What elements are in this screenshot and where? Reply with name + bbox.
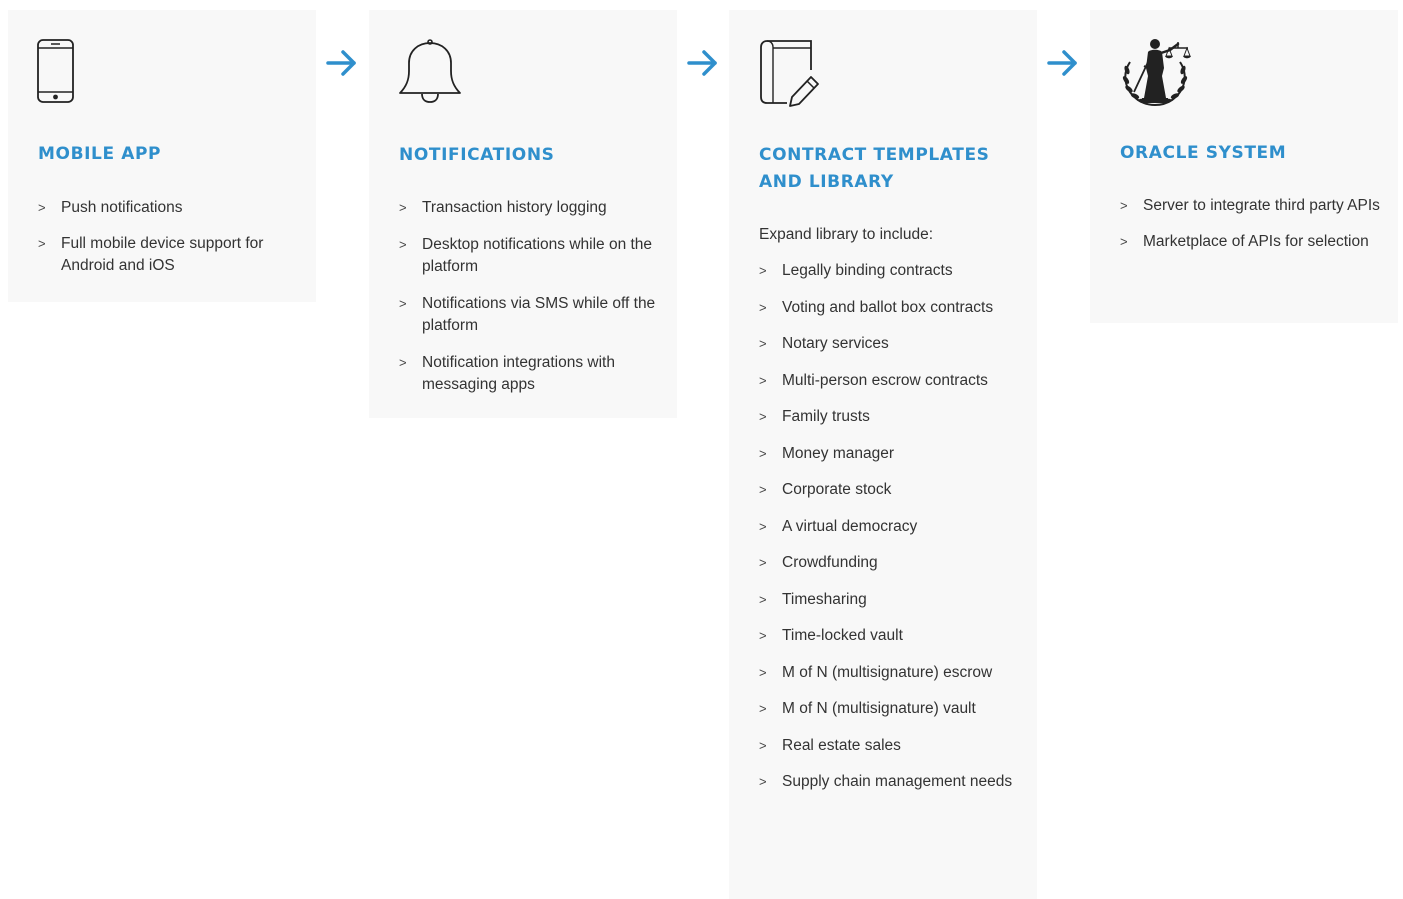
chevron-right-icon: > <box>759 372 767 388</box>
chevron-right-icon: > <box>759 299 767 315</box>
chevron-right-icon: > <box>38 236 46 251</box>
list-item: > M of N (multisignature) escrow <box>759 662 1027 684</box>
chevron-right-icon: > <box>399 200 407 215</box>
list-item: > Desktop notifications while on the plat… <box>399 236 653 275</box>
list-item: > Push notifications <box>38 197 306 219</box>
chevron-right-icon: > <box>759 409 767 424</box>
chevron-right-icon: > <box>759 482 767 497</box>
list-item: > A virtual democracy <box>759 516 1027 538</box>
list-item: > Notifications via SMS while off the pla… <box>399 295 656 334</box>
list-item: > Notification integrations with messagin… <box>399 354 615 393</box>
card-notifications: NOTIFICATIONS > Transaction history loggi… <box>369 10 677 418</box>
list-item: > Corporate stock <box>759 479 1027 501</box>
list-item: > Family trusts <box>759 406 1027 428</box>
list-item: > Time-locked vault <box>759 625 1027 647</box>
card-mobile-app: MOBILE APP > Push notifications > Full mob… <box>8 10 316 302</box>
arrow-right-icon <box>1047 50 1077 76</box>
chevron-right-icon: > <box>1120 198 1128 213</box>
list-item: > Marketplace of APIs for selection <box>1120 231 1388 253</box>
list-item: > Notary services <box>759 333 1027 355</box>
list-item: > Timesharing <box>759 589 1027 611</box>
book-pencil-icon <box>760 40 819 107</box>
chevron-right-icon: > <box>759 701 767 716</box>
list-item: > Transaction history logging <box>399 197 667 219</box>
chevron-right-icon: > <box>759 263 767 278</box>
list-item: > M of N (multisignature) vault <box>759 698 1027 720</box>
chevron-right-icon: > <box>399 237 407 252</box>
list-item: > Full mobile device support for Android … <box>38 235 264 274</box>
bell-icon <box>399 39 461 103</box>
card-contract-templates: CONTRACT TEMPLATES AND LIBRARY Expand li… <box>729 10 1037 899</box>
list-item: > Server to integrate third party APIs <box>1120 195 1388 217</box>
list-item: > Real estate sales <box>759 735 1027 757</box>
list-intro: Expand library to include: <box>759 226 934 243</box>
chevron-right-icon: > <box>399 296 407 311</box>
chevron-right-icon: > <box>759 664 767 680</box>
card-title: CONTRACT TEMPLATES AND LIBRARY <box>759 145 990 192</box>
card-title: MOBILE APP <box>38 144 162 164</box>
list-item: > Money manager <box>759 443 1027 465</box>
list-item: > Legally binding contracts <box>759 260 1027 282</box>
list-item: > Supply chain management needs <box>759 771 1027 793</box>
chevron-right-icon: > <box>399 355 407 370</box>
feature-list: > Server to integrate third party APIs > M… <box>1120 195 1388 267</box>
arrow-right-icon <box>326 50 356 76</box>
lady-justice-icon <box>1122 39 1191 106</box>
chevron-right-icon: > <box>38 200 46 215</box>
chevron-right-icon: > <box>759 445 767 461</box>
feature-list: > Transaction history logging > Desktop no… <box>399 197 667 411</box>
card-title: ORACLE SYSTEM <box>1120 143 1287 163</box>
list-item: > Voting and ballot box contracts <box>759 297 1027 319</box>
chevron-right-icon: > <box>759 737 767 753</box>
card-oracle-system: ORACLE SYSTEM > Server to integrate third… <box>1090 10 1398 323</box>
chevron-right-icon: > <box>759 555 767 570</box>
chevron-right-icon: > <box>759 518 767 534</box>
mobile-phone-icon <box>37 39 74 103</box>
feature-list: > Legally binding contracts > Voting and b… <box>759 260 1027 808</box>
chevron-right-icon: > <box>759 591 767 607</box>
card-title: NOTIFICATIONS <box>399 145 555 165</box>
list-item: > Multi-person escrow contracts <box>759 370 1027 392</box>
chevron-right-icon: > <box>759 774 767 789</box>
chevron-right-icon: > <box>759 336 767 351</box>
chevron-right-icon: > <box>759 628 767 643</box>
feature-list: > Push notifications > Full mobile device … <box>38 197 306 291</box>
chevron-right-icon: > <box>1120 234 1128 249</box>
list-item: > Crowdfunding <box>759 552 1027 574</box>
arrow-right-icon <box>687 50 717 76</box>
